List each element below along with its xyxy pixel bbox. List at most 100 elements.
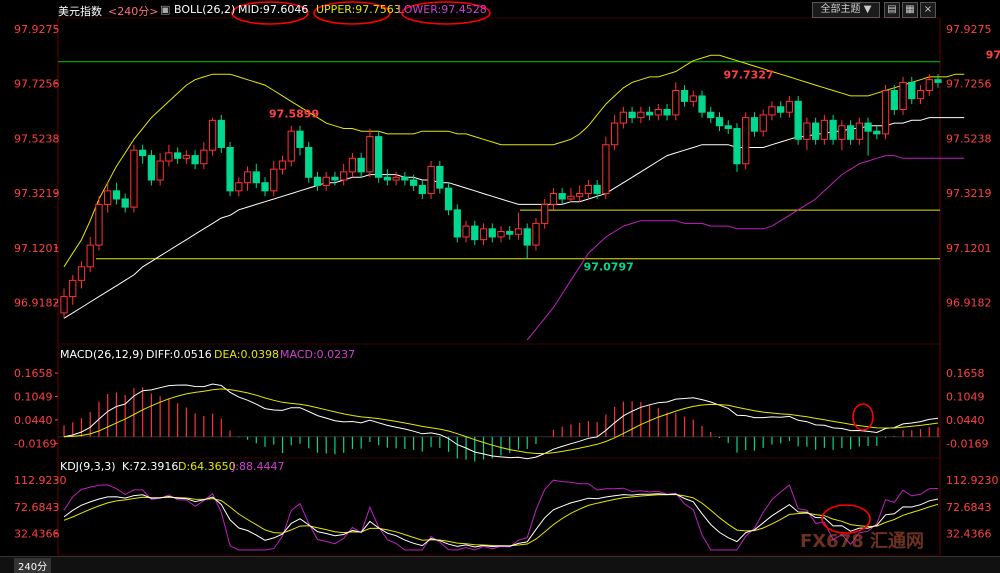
candle-body: [925, 79, 933, 92]
kdj-tick-left-1: 72.6843: [14, 501, 60, 514]
price-tick-left-4: 97.1201: [14, 242, 60, 255]
candle-body: [864, 122, 872, 132]
candle-body: [602, 144, 610, 195]
candle-body: [217, 119, 225, 148]
candle-body: [296, 130, 304, 148]
candle-body: [488, 228, 496, 238]
candle-body: [637, 111, 645, 119]
candle-body: [794, 100, 802, 140]
status-bar: 240分: [0, 556, 1000, 573]
panel-frames: [57, 17, 941, 556]
candle-body: [820, 119, 829, 140]
kdj-k-value: K:72.3916: [122, 460, 179, 473]
boll-label: BOLL(26,2): [174, 3, 236, 16]
candle-body: [838, 125, 846, 140]
candle-body: [156, 160, 164, 181]
candle-body: [549, 193, 558, 205]
candle-body: [287, 130, 295, 162]
candle-body: [715, 117, 724, 127]
candle-body: [619, 111, 628, 124]
price-annotation-1: 97.0797: [584, 261, 634, 274]
candle-body: [785, 100, 794, 113]
candle-body: [340, 171, 348, 181]
candle-body: [523, 228, 531, 246]
candle-body: [436, 165, 444, 189]
candle-body: [829, 119, 837, 140]
candle-body: [593, 184, 601, 195]
price-tick-right-3: 97.3219: [946, 187, 992, 200]
kdj-d-value: D:64.3650: [178, 460, 236, 473]
period-label[interactable]: <240分>: [108, 3, 158, 19]
kdj-tick-right-1: 72.6843: [946, 501, 992, 514]
candle-body: [567, 195, 575, 200]
candle-body: [173, 152, 182, 159]
candle-body: [86, 244, 94, 268]
candle-body: [479, 228, 488, 241]
theme-select-button[interactable]: 全部主题 ▼: [812, 2, 880, 18]
candle-body: [514, 228, 523, 235]
candle-body: [916, 90, 925, 100]
candle-body: [191, 155, 199, 165]
price-annotation-2: 97.7327: [724, 69, 774, 82]
candle-body: [506, 231, 514, 235]
macd-tick-left-1: 0.1049: [14, 391, 53, 404]
candle-body: [409, 179, 418, 186]
price-tick-left-1: 97.7256: [14, 78, 60, 91]
kdj-label: KDJ(9,3,3): [60, 460, 116, 473]
candle-body: [654, 108, 662, 116]
price-annotation-3: 97.8062: [986, 49, 1000, 62]
candle-body: [270, 168, 278, 192]
candle-body: [610, 122, 619, 146]
macd-tick-right-1: 0.1049: [946, 391, 985, 404]
candle-body: [750, 117, 759, 132]
price-tick-left-5: 96.9182: [14, 297, 60, 310]
price-tick-right-4: 97.1201: [946, 242, 992, 255]
candle-body: [899, 81, 907, 110]
kdj-j-value: J:88.4447: [232, 460, 285, 473]
price-tick-right-0: 97.9275: [946, 23, 992, 36]
kdj-tick-left-2: 32.4366: [14, 528, 60, 541]
candle-body: [890, 90, 898, 110]
candle-body: [139, 149, 147, 157]
boll-upper-value: UPPER:97.7563: [316, 3, 401, 16]
boll-upper-line: [63, 54, 965, 268]
macd-dea-value: DEA:0.0398: [214, 348, 279, 361]
candle-body: [846, 125, 855, 140]
candle-body: [121, 198, 129, 208]
candlesticks[interactable]: [60, 74, 942, 319]
boll-mid-line: [63, 117, 965, 319]
grid-icon[interactable]: ▦: [902, 2, 918, 18]
candle-body: [200, 149, 208, 165]
kdj-tick-right-2: 32.4366: [946, 528, 992, 541]
candle-body: [724, 125, 732, 129]
candle-body: [392, 176, 400, 181]
macd-tick-right-0: 0.1658: [946, 367, 985, 380]
candle-body: [226, 146, 234, 192]
candle-body: [313, 176, 322, 186]
candle-body: [322, 176, 330, 186]
price-tick-right-5: 96.9182: [946, 297, 992, 310]
candle-body: [366, 136, 374, 173]
candle-body: [453, 209, 461, 238]
candle-body: [243, 171, 252, 184]
close-icon[interactable]: ×: [920, 2, 936, 18]
price-tick-left-0: 97.9275: [14, 23, 60, 36]
boll-lower-value: LOWER:97.4528: [398, 3, 487, 16]
candle-body: [252, 171, 260, 184]
period-tab[interactable]: 240分: [14, 558, 52, 573]
candle-body: [112, 190, 121, 200]
macd-tick-left-2: 0.0440: [14, 414, 53, 427]
candle-body: [60, 296, 68, 314]
layout-icon[interactable]: ▤: [884, 2, 900, 18]
candle-body: [278, 160, 287, 170]
boll-bands: [63, 54, 965, 341]
macd-panel: [58, 383, 940, 462]
macd-label: MACD(26,12,9): [60, 348, 144, 361]
candle-body: [374, 136, 383, 178]
price-annotation-0: 97.5899: [269, 107, 319, 120]
candle-body: [672, 90, 680, 116]
highlight-circles: [231, 1, 874, 534]
price-tick-left-2: 97.5238: [14, 132, 60, 145]
panel-border-1: [57, 343, 941, 459]
price-tick-right-2: 97.5238: [946, 132, 992, 145]
